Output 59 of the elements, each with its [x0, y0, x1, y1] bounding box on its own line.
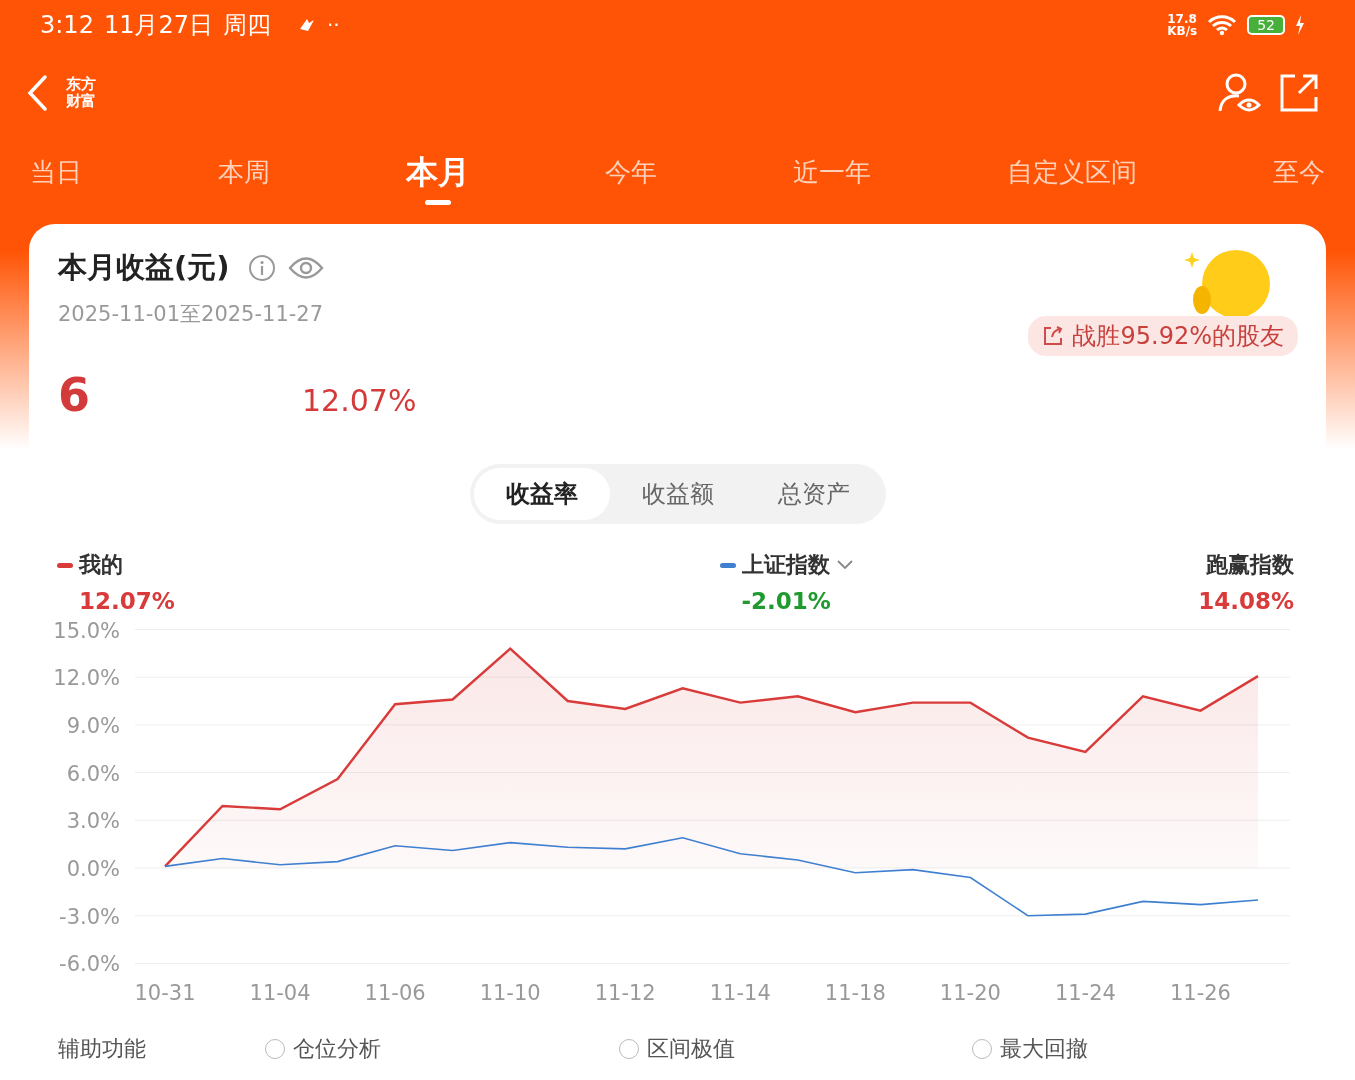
period-tab[interactable]: 自定义区间 [1007, 155, 1138, 200]
info-icon[interactable] [247, 254, 276, 282]
x-axis-label: 11-24 [1054, 981, 1116, 1005]
y-axis-label: -6.0% [59, 952, 120, 977]
legend-value: 12.07% [78, 588, 175, 614]
x-axis-label: 11-14 [709, 981, 771, 1005]
tools-label: 辅助功能 [58, 1035, 147, 1063]
status-weekday: 周四 [223, 10, 271, 41]
network-speed-value: 17.8 [1167, 13, 1198, 25]
period-tab[interactable]: 近一年 [793, 155, 872, 200]
beat-peers-badge[interactable]: 战胜95.92%的股友 [1028, 316, 1298, 356]
back-icon[interactable] [26, 73, 48, 112]
option-label[interactable]: 最大回撤 [1000, 1034, 1089, 1064]
metric-segment[interactable]: 总资产 [745, 468, 882, 520]
status-date: 11月27日 [103, 10, 213, 41]
eye-icon[interactable] [287, 255, 324, 281]
option-label[interactable]: 区间极值 [646, 1034, 735, 1064]
x-axis-label: 11-12 [594, 981, 656, 1005]
battery-indicator: 52 [1247, 15, 1285, 35]
period-tab[interactable]: 至今 [1272, 155, 1325, 200]
y-axis-label: 9.0% [66, 713, 120, 738]
y-axis-label: -3.0% [59, 904, 120, 929]
charging-icon [1295, 15, 1305, 35]
x-axis-label: 11-10 [479, 981, 541, 1005]
period-tab[interactable]: 本月 [405, 150, 470, 205]
legend-name: 我的 [79, 551, 123, 579]
period-tab[interactable]: 当日 [30, 155, 82, 200]
legend-value: 14.08% [1198, 588, 1294, 614]
x-axis-label: 11-26 [1169, 981, 1231, 1005]
period-tab[interactable]: 今年 [605, 155, 658, 200]
legend-name[interactable]: 上证指数 [741, 550, 830, 580]
y-axis-label: 12.0% [53, 666, 120, 691]
y-axis-label: 3.0% [66, 809, 120, 834]
y-axis-label: 15.0% [53, 618, 120, 643]
metric-segment[interactable]: 收益额 [609, 468, 746, 520]
y-axis-label: 6.0% [66, 761, 120, 786]
x-axis-label: 10-31 [134, 981, 196, 1005]
period-tab[interactable]: 本周 [217, 155, 270, 200]
share-icon[interactable] [1279, 72, 1319, 113]
more-notifications-dots: ·· [327, 13, 340, 37]
wifi-icon [1207, 14, 1238, 36]
option-label[interactable]: 仓位分析 [293, 1034, 382, 1064]
y-axis-label: 0.0% [66, 857, 120, 881]
metric-segment[interactable]: 收益率 [473, 468, 610, 520]
earnings-rate: 12.07% [302, 383, 417, 418]
logo: 东方财富 [66, 75, 97, 110]
share-icon [1042, 325, 1065, 347]
x-axis-label: 11-04 [249, 981, 311, 1005]
earnings-title: 本月收益(元) [58, 249, 230, 286]
network-speed-unit: KB/s [1167, 25, 1198, 37]
legend-value: -2.01% [740, 588, 832, 614]
earnings-amount: 6 [58, 368, 91, 422]
status-time: 3:12 [40, 11, 94, 39]
x-axis-label: 11-06 [364, 981, 426, 1005]
x-axis-label: 11-20 [939, 981, 1001, 1005]
legend-name: 跑赢指数 [1206, 551, 1294, 579]
date-range: 2025-11-01至2025-11-27 [58, 301, 325, 328]
x-axis-label: 11-18 [824, 981, 886, 1005]
chevron-down-icon[interactable] [835, 559, 854, 571]
